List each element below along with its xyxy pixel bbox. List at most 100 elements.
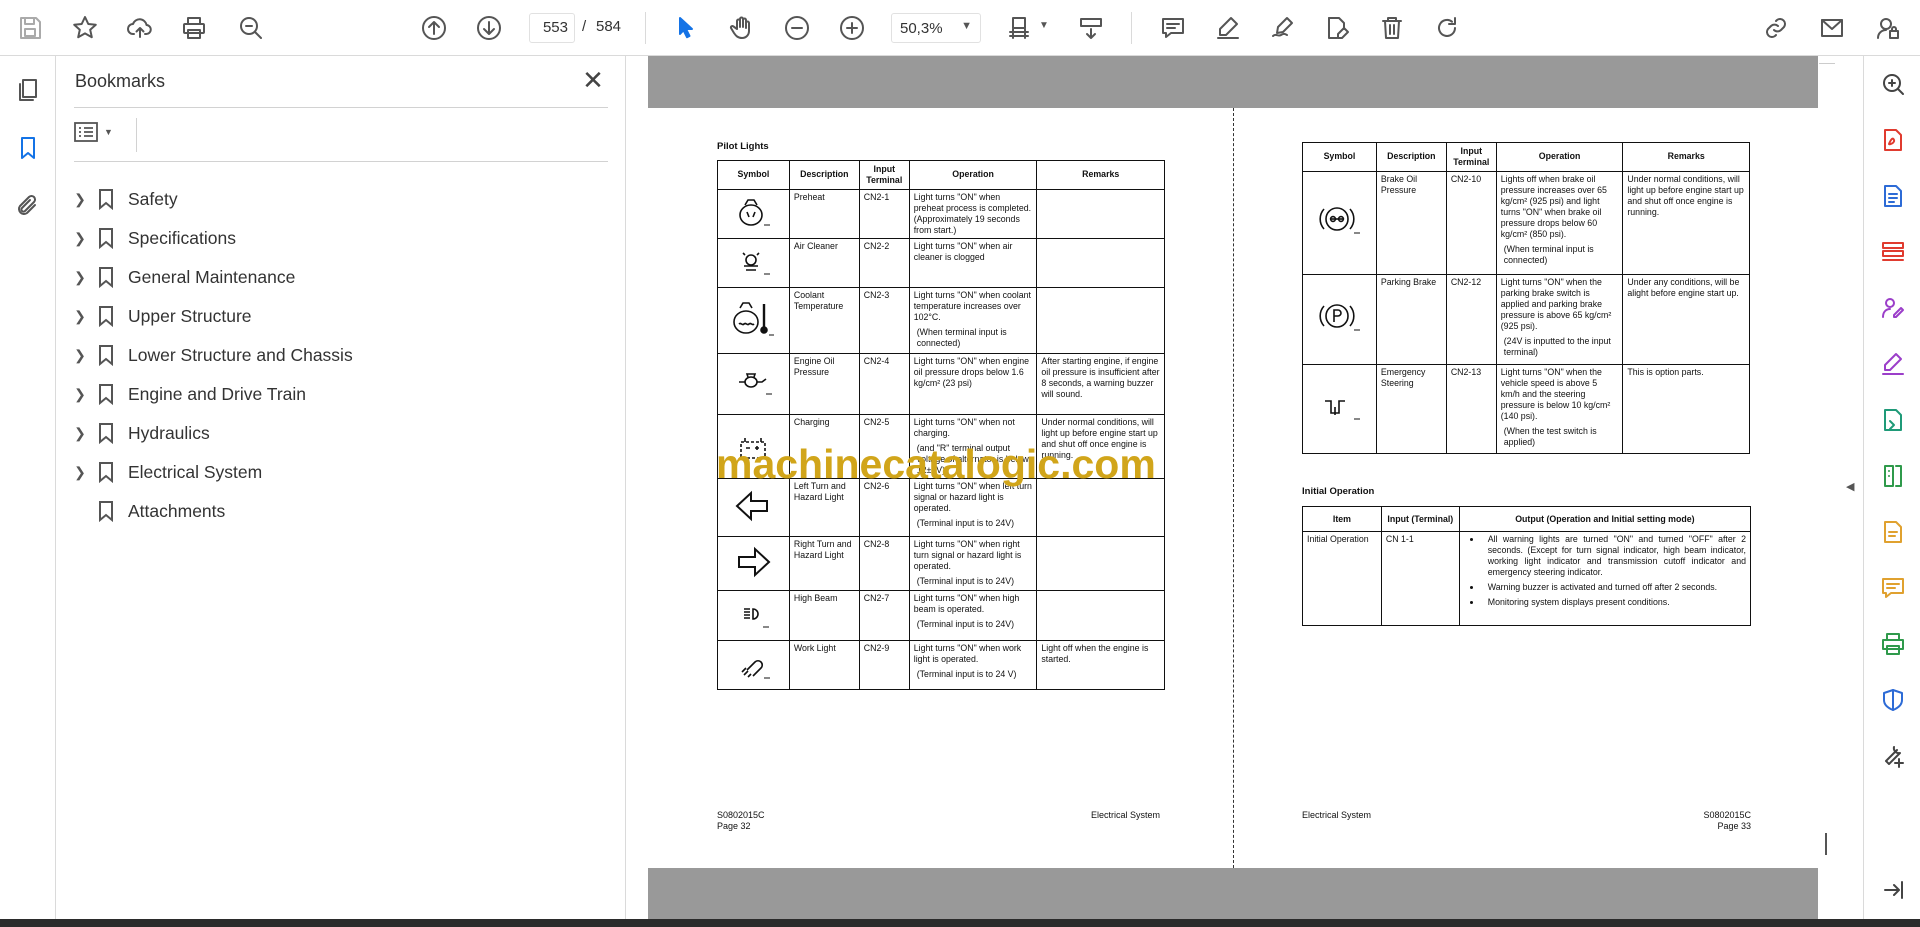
compare-files-icon[interactable] <box>1877 460 1909 492</box>
hand-tool-icon[interactable] <box>724 10 760 46</box>
chevron-right-icon[interactable]: ❯ <box>70 230 90 247</box>
bookmark-options-button[interactable]: ▼ <box>74 118 137 152</box>
bookmark-icon <box>90 266 122 288</box>
scan-document-icon[interactable] <box>1877 516 1909 548</box>
zoom-in-icon[interactable] <box>834 10 870 46</box>
chevron-right-icon[interactable]: ❯ <box>70 347 90 364</box>
page-thumbnails-icon[interactable] <box>10 72 46 108</box>
bookmark-item[interactable]: ❯ Specifications <box>70 222 590 254</box>
account-lock-icon[interactable] <box>1870 10 1906 46</box>
table-cell <box>1036 286 1165 354</box>
email-icon[interactable] <box>1814 10 1850 46</box>
next-page-icon[interactable] <box>471 10 507 46</box>
bookmarks-icon[interactable] <box>10 130 46 166</box>
chevron-down-icon: ▼ <box>104 127 113 137</box>
zoom-search-icon[interactable] <box>1877 68 1909 100</box>
table-row: Engine Oil Pressure CN2-4 Light turns "O… <box>717 352 1165 415</box>
operation-text: Light turns "ON" when work light is oper… <box>913 642 1022 664</box>
highlight-icon[interactable] <box>1210 10 1246 46</box>
bookmark-icon <box>90 227 122 249</box>
print-production-icon[interactable] <box>1877 628 1909 660</box>
scroll-mode-icon[interactable] <box>1073 10 1109 46</box>
table-row: Emergency Steering CN2-13 Light turns "O… <box>1302 363 1750 454</box>
col-header: Input Terminal <box>858 160 910 190</box>
list-options-icon <box>74 122 98 142</box>
table-cell <box>1036 188 1165 239</box>
bookmark-item[interactable]: ❯ General Maintenance <box>70 261 590 293</box>
col-header: Description <box>788 160 860 190</box>
protect-shield-icon[interactable] <box>1877 684 1909 716</box>
col-header: Item <box>1302 506 1382 532</box>
col-header: Remarks <box>1622 142 1750 172</box>
table-cell: Light turns "ON" when coolant temperatur… <box>908 286 1038 354</box>
chevron-right-icon[interactable]: ❯ <box>70 386 90 403</box>
delete-icon[interactable] <box>1374 10 1410 46</box>
bookmark-icon <box>90 461 122 483</box>
comment-icon[interactable] <box>1155 10 1191 46</box>
share-link-icon[interactable] <box>1758 10 1794 46</box>
page-gutter-top <box>648 56 1818 108</box>
table-cell: CN2-13 <box>1445 363 1497 454</box>
bookmark-item[interactable]: ❯ Upper Structure <box>70 300 590 332</box>
page-fit-icon[interactable] <box>1002 10 1038 46</box>
more-tools-icon[interactable] <box>1877 740 1909 772</box>
vertical-scrollbar[interactable] <box>1819 56 1835 919</box>
list-item: All warning lights are turned "ON" and t… <box>1482 534 1746 578</box>
scrollbar-thumb[interactable] <box>1825 833 1827 855</box>
table-cell: CN2-1 <box>858 188 910 239</box>
bookmark-icon <box>90 422 122 444</box>
table-cell: Air Cleaner <box>788 237 860 288</box>
bookmark-item[interactable]: ❯ Safety <box>70 183 590 215</box>
bookmark-item[interactable]: ❯ Lower Structure and Chassis <box>70 339 590 371</box>
bookmark-item[interactable]: ❯ Engine and Drive Train <box>70 378 590 410</box>
table-cell: Parking Brake <box>1375 273 1447 365</box>
col-header: Remarks <box>1036 160 1165 190</box>
close-icon[interactable]: ✕ <box>578 66 608 96</box>
draw-icon[interactable] <box>1265 10 1301 46</box>
save-icon[interactable] <box>12 10 48 46</box>
right-page-footer: S0802015C Page 33 <box>1699 810 1751 833</box>
bookmark-icon <box>90 500 122 522</box>
table-cell: Light turns "ON" when preheat process is… <box>908 188 1038 239</box>
chevron-right-icon[interactable]: ❯ <box>70 269 90 286</box>
collapse-right-panel-icon[interactable]: ◀ <box>1846 480 1854 493</box>
bookmark-item[interactable]: Attachments <box>70 495 590 527</box>
table-row: Parking Brake CN2-12 Light turns "ON" wh… <box>1302 273 1750 365</box>
bookmark-item[interactable]: ❯ Hydraulics <box>70 417 590 449</box>
request-signature-icon[interactable] <box>1877 292 1909 324</box>
page-label: Page 33 <box>1717 821 1751 832</box>
organize-pages-icon[interactable] <box>1877 236 1909 268</box>
zoom-search-icon[interactable] <box>233 10 269 46</box>
redo-icon[interactable] <box>1429 10 1465 46</box>
chevron-right-icon[interactable]: ❯ <box>70 464 90 481</box>
fill-sign-icon[interactable] <box>1319 10 1355 46</box>
operation-text: Light turns "ON" when high beam is opera… <box>913 592 1020 614</box>
page-number-input[interactable]: 553 <box>529 13 575 43</box>
previous-page-icon[interactable] <box>416 10 452 46</box>
col-header: Operation <box>908 160 1038 190</box>
chevron-down-icon[interactable]: ▼ <box>1039 20 1049 31</box>
print-icon[interactable] <box>176 10 212 46</box>
col-header: Symbol <box>717 160 790 190</box>
create-pdf-icon[interactable] <box>1877 180 1909 212</box>
table-cell: Light off when the engine is started. <box>1036 639 1165 690</box>
pilot-lights-title: Pilot Lights <box>717 141 769 152</box>
chevron-right-icon[interactable]: ❯ <box>70 191 90 208</box>
comment-tool-icon[interactable] <box>1877 572 1909 604</box>
table-cell: All warning lights are turned "ON" and t… <box>1458 531 1752 626</box>
edit-pdf-icon[interactable] <box>1877 404 1909 436</box>
engine-oil-pressure-symbol <box>717 352 790 415</box>
chevron-right-icon[interactable]: ❯ <box>70 425 90 442</box>
export-pdf-icon[interactable] <box>1877 124 1909 156</box>
collapse-tools-icon[interactable] <box>1877 874 1909 906</box>
table-cell: Light turns "ON" when the vehicle speed … <box>1495 363 1624 454</box>
attachments-icon[interactable] <box>10 188 46 224</box>
zoom-out-icon[interactable] <box>779 10 815 46</box>
chevron-right-icon[interactable]: ❯ <box>70 308 90 325</box>
fill-and-sign-icon[interactable] <box>1877 348 1909 380</box>
star-icon[interactable] <box>67 10 103 46</box>
bookmark-item[interactable]: ❯ Electrical System <box>70 456 590 488</box>
select-cursor-icon[interactable] <box>668 10 704 46</box>
zoom-level-select[interactable]: 50,3% ▼ <box>891 13 981 43</box>
upload-icon[interactable] <box>122 10 158 46</box>
